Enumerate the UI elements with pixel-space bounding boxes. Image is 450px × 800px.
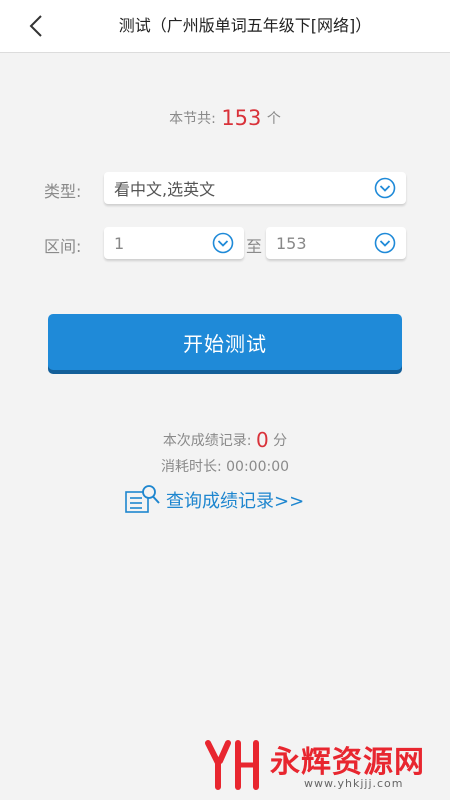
range-start-select[interactable]: 1 xyxy=(104,227,244,259)
score-value: 0 xyxy=(255,428,269,452)
query-history-label: 查询成绩记录>> xyxy=(166,491,305,512)
type-select[interactable]: 看中文,选英文 xyxy=(104,172,406,204)
count-value: 153 xyxy=(221,106,262,130)
chevron-down-circle-icon xyxy=(374,232,396,254)
range-start-value: 1 xyxy=(114,233,125,253)
chevron-down-circle-icon xyxy=(374,177,396,199)
count-suffix: 个 xyxy=(266,111,281,127)
app-header: 测试（广州版单词五年级下[网络]） xyxy=(0,0,450,53)
watermark-url: www.yhkjjj.com xyxy=(304,777,404,790)
score-record: 本次成绩记录: 0 分 xyxy=(0,428,450,452)
watermark-logo-icon xyxy=(205,740,259,790)
time-value: 00:00:00 xyxy=(226,459,290,475)
page-title: 测试（广州版单词五年级下[网络]） xyxy=(118,16,372,35)
count-prefix: 本节共: xyxy=(169,111,216,127)
range-label: 区间: xyxy=(44,237,82,256)
watermark-name: 永辉资源网 xyxy=(270,745,425,780)
score-suffix: 分 xyxy=(273,433,288,449)
query-history-link[interactable]: 查询成绩记录>> xyxy=(124,482,304,518)
back-button[interactable] xyxy=(22,12,50,40)
range-end-select[interactable]: 153 xyxy=(266,227,406,259)
start-test-button[interactable]: 开始测试 xyxy=(48,314,402,370)
chevron-down-circle-icon xyxy=(212,232,234,254)
document-search-icon xyxy=(125,485,160,513)
score-prefix: 本次成绩记录: xyxy=(162,433,252,449)
site-watermark: 永辉资源网 www.yhkjjj.com xyxy=(200,735,440,795)
type-select-value: 看中文,选英文 xyxy=(114,180,216,199)
time-label: 消耗时长: xyxy=(160,459,222,475)
word-count-summary: 本节共: 153 个 xyxy=(0,106,450,130)
type-label: 类型: xyxy=(44,182,82,201)
time-spent: 消耗时长: 00:00:00 xyxy=(0,456,450,476)
range-end-value: 153 xyxy=(276,233,307,253)
range-separator: 至 xyxy=(246,237,263,256)
back-arrow-icon xyxy=(29,15,42,37)
